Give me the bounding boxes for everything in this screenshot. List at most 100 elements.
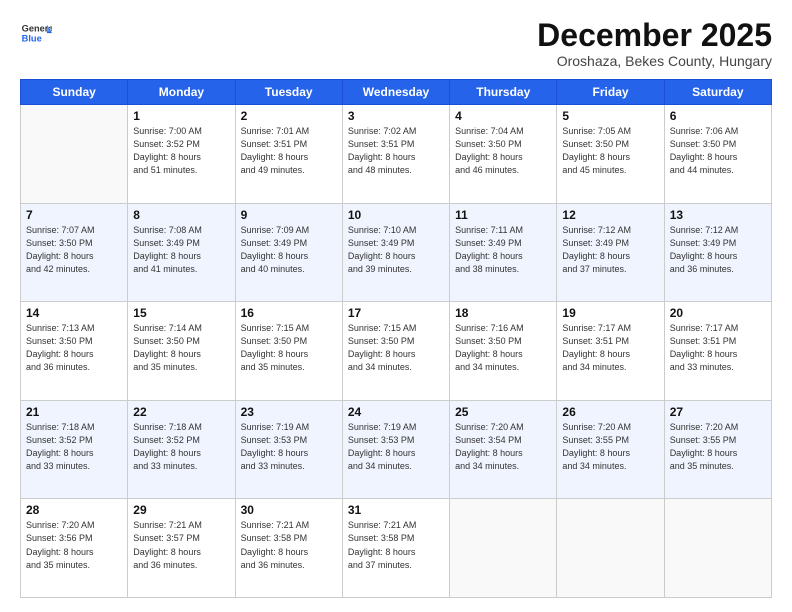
day-number: 30 [241, 503, 337, 517]
day-number: 1 [133, 109, 229, 123]
table-row: 6 Sunrise: 7:06 AMSunset: 3:50 PMDaylight… [664, 105, 771, 204]
cell-info: Sunrise: 7:17 AMSunset: 3:51 PMDaylight:… [670, 322, 766, 374]
header-tuesday: Tuesday [235, 80, 342, 105]
table-row: 3 Sunrise: 7:02 AMSunset: 3:51 PMDaylight… [342, 105, 449, 204]
table-row: 14 Sunrise: 7:13 AMSunset: 3:50 PMDayligh… [21, 302, 128, 401]
cell-info: Sunrise: 7:06 AMSunset: 3:50 PMDaylight:… [670, 125, 766, 177]
table-row: 2 Sunrise: 7:01 AMSunset: 3:51 PMDaylight… [235, 105, 342, 204]
weekday-header-row: Sunday Monday Tuesday Wednesday Thursday… [21, 80, 772, 105]
day-number: 28 [26, 503, 122, 517]
cell-info: Sunrise: 7:20 AMSunset: 3:55 PMDaylight:… [562, 421, 658, 473]
logo: General Blue [20, 18, 52, 50]
table-row: 5Sunrise: 7:05 AMSunset: 3:50 PMDaylight… [557, 105, 664, 204]
calendar-table: Sunday Monday Tuesday Wednesday Thursday… [20, 79, 772, 598]
cell-info: Sunrise: 7:16 AMSunset: 3:50 PMDaylight:… [455, 322, 551, 374]
table-row: 10 Sunrise: 7:10 AMSunset: 3:49 PMDayligh… [342, 203, 449, 302]
cell-info: Sunrise: 7:19 AMSunset: 3:53 PMDaylight:… [348, 421, 444, 473]
day-number: 29 [133, 503, 229, 517]
header-wednesday: Wednesday [342, 80, 449, 105]
cell-info: Sunrise: 7:15 AMSunset: 3:50 PMDaylight:… [241, 322, 337, 374]
cell-info: Sunrise: 7:20 AMSunset: 3:56 PMDaylight:… [26, 519, 122, 571]
header-friday: Friday [557, 80, 664, 105]
table-row: 15Sunrise: 7:14 AMSunset: 3:50 PMDayligh… [128, 302, 235, 401]
day-number: 3 [348, 109, 444, 123]
header-monday: Monday [128, 80, 235, 105]
day-number: 18 [455, 306, 551, 320]
title-block: December 2025 Oroshaza, Bekes County, Hu… [537, 18, 772, 69]
table-row: 8 Sunrise: 7:08 AMSunset: 3:49 PMDaylight… [128, 203, 235, 302]
table-row: 19 Sunrise: 7:17 AMSunset: 3:51 PMDayligh… [557, 302, 664, 401]
cell-info: Sunrise: 7:01 AMSunset: 3:51 PMDaylight:… [241, 125, 337, 177]
table-row: 28 Sunrise: 7:20 AMSunset: 3:56 PMDayligh… [21, 499, 128, 598]
calendar-week-row: 21 Sunrise: 7:18 AMSunset: 3:52 PMDayligh… [21, 400, 772, 499]
table-row: 30Sunrise: 7:21 AMSunset: 3:58 PMDayligh… [235, 499, 342, 598]
table-row: 12 Sunrise: 7:12 AMSunset: 3:49 PMDayligh… [557, 203, 664, 302]
header-thursday: Thursday [450, 80, 557, 105]
cell-info: Sunrise: 7:13 AMSunset: 3:50 PMDaylight:… [26, 322, 122, 374]
day-number: 26 [562, 405, 658, 419]
day-number: 6 [670, 109, 766, 123]
day-number: 10 [348, 208, 444, 222]
table-row: 18 Sunrise: 7:16 AMSunset: 3:50 PMDayligh… [450, 302, 557, 401]
cell-info: Sunrise: 7:14 AMSunset: 3:50 PMDaylight:… [133, 322, 229, 374]
table-row: 29Sunrise: 7:21 AMSunset: 3:57 PMDayligh… [128, 499, 235, 598]
cell-info: Sunrise: 7:05 AMSunset: 3:50 PMDaylight:… [562, 125, 658, 177]
calendar-week-row: 7 Sunrise: 7:07 AMSunset: 3:50 PMDaylight… [21, 203, 772, 302]
logo-icon: General Blue [20, 18, 52, 50]
table-row: 22 Sunrise: 7:18 AMSunset: 3:52 PMDayligh… [128, 400, 235, 499]
day-number: 14 [26, 306, 122, 320]
day-number: 21 [26, 405, 122, 419]
cell-info: Sunrise: 7:18 AMSunset: 3:52 PMDaylight:… [26, 421, 122, 473]
cell-info: Sunrise: 7:10 AMSunset: 3:49 PMDaylight:… [348, 224, 444, 276]
calendar-week-row: 28 Sunrise: 7:20 AMSunset: 3:56 PMDayligh… [21, 499, 772, 598]
day-number: 8 [133, 208, 229, 222]
cell-info: Sunrise: 7:02 AMSunset: 3:51 PMDaylight:… [348, 125, 444, 177]
table-row: 7 Sunrise: 7:07 AMSunset: 3:50 PMDaylight… [21, 203, 128, 302]
day-number: 19 [562, 306, 658, 320]
table-row [664, 499, 771, 598]
table-row: 25Sunrise: 7:20 AMSunset: 3:54 PMDayligh… [450, 400, 557, 499]
day-number: 7 [26, 208, 122, 222]
cell-info: Sunrise: 7:00 AMSunset: 3:52 PMDaylight:… [133, 125, 229, 177]
day-number: 27 [670, 405, 766, 419]
cell-info: Sunrise: 7:20 AMSunset: 3:55 PMDaylight:… [670, 421, 766, 473]
day-number: 13 [670, 208, 766, 222]
location-subtitle: Oroshaza, Bekes County, Hungary [537, 53, 772, 69]
day-number: 25 [455, 405, 551, 419]
cell-info: Sunrise: 7:12 AMSunset: 3:49 PMDaylight:… [670, 224, 766, 276]
day-number: 12 [562, 208, 658, 222]
header-saturday: Saturday [664, 80, 771, 105]
cell-info: Sunrise: 7:12 AMSunset: 3:49 PMDaylight:… [562, 224, 658, 276]
header-sunday: Sunday [21, 80, 128, 105]
day-number: 17 [348, 306, 444, 320]
day-number: 31 [348, 503, 444, 517]
table-row [450, 499, 557, 598]
table-row: 31Sunrise: 7:21 AMSunset: 3:58 PMDayligh… [342, 499, 449, 598]
cell-info: Sunrise: 7:19 AMSunset: 3:53 PMDaylight:… [241, 421, 337, 473]
calendar-week-row: 1 Sunrise: 7:00 AMSunset: 3:52 PMDaylight… [21, 105, 772, 204]
calendar-week-row: 14 Sunrise: 7:13 AMSunset: 3:50 PMDayligh… [21, 302, 772, 401]
table-row: 20Sunrise: 7:17 AMSunset: 3:51 PMDayligh… [664, 302, 771, 401]
cell-info: Sunrise: 7:11 AMSunset: 3:49 PMDaylight:… [455, 224, 551, 276]
day-number: 2 [241, 109, 337, 123]
table-row: 24 Sunrise: 7:19 AMSunset: 3:53 PMDayligh… [342, 400, 449, 499]
table-row: 1 Sunrise: 7:00 AMSunset: 3:52 PMDaylight… [128, 105, 235, 204]
table-row: 16Sunrise: 7:15 AMSunset: 3:50 PMDayligh… [235, 302, 342, 401]
day-number: 4 [455, 109, 551, 123]
cell-info: Sunrise: 7:18 AMSunset: 3:52 PMDaylight:… [133, 421, 229, 473]
table-row: 4Sunrise: 7:04 AMSunset: 3:50 PMDaylight… [450, 105, 557, 204]
table-row: 9Sunrise: 7:09 AMSunset: 3:49 PMDaylight… [235, 203, 342, 302]
header: General Blue December 2025 Oroshaza, Bek… [20, 18, 772, 69]
day-number: 24 [348, 405, 444, 419]
table-row: 21 Sunrise: 7:18 AMSunset: 3:52 PMDayligh… [21, 400, 128, 499]
day-number: 23 [241, 405, 337, 419]
page: General Blue December 2025 Oroshaza, Bek… [0, 0, 792, 612]
cell-info: Sunrise: 7:08 AMSunset: 3:49 PMDaylight:… [133, 224, 229, 276]
cell-info: Sunrise: 7:07 AMSunset: 3:50 PMDaylight:… [26, 224, 122, 276]
day-number: 22 [133, 405, 229, 419]
day-number: 11 [455, 208, 551, 222]
svg-text:Blue: Blue [22, 34, 42, 44]
cell-info: Sunrise: 7:17 AMSunset: 3:51 PMDaylight:… [562, 322, 658, 374]
table-row [21, 105, 128, 204]
table-row: 23 Sunrise: 7:19 AMSunset: 3:53 PMDayligh… [235, 400, 342, 499]
